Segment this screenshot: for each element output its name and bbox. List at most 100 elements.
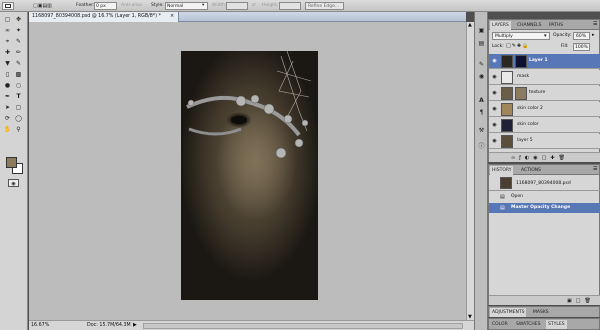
style-label: Style: bbox=[151, 3, 164, 8]
layer-row[interactable]: ◉ mask bbox=[489, 70, 600, 85]
layer-thumbnail bbox=[501, 87, 513, 100]
history-actions-bar[interactable]: ▣□🗑 bbox=[489, 295, 600, 305]
tab-swatches[interactable]: SWATCHES bbox=[514, 320, 543, 329]
scroll-up-icon[interactable]: ▲ bbox=[468, 22, 472, 28]
width-label: Width: bbox=[212, 3, 227, 8]
info-icon[interactable]: ⓘ bbox=[477, 142, 486, 151]
hand-tool-icon[interactable]: ✋ bbox=[3, 126, 12, 134]
layer-row[interactable]: ◉ skin color 2 bbox=[489, 102, 600, 117]
feather-input[interactable]: 0 px bbox=[94, 2, 117, 10]
style-select[interactable]: Normal ▾ bbox=[165, 2, 208, 10]
tab-color[interactable]: COLOR bbox=[490, 320, 510, 329]
tab-masks[interactable]: MASKS bbox=[531, 308, 551, 317]
layer-mask-thumbnail[interactable] bbox=[515, 87, 527, 100]
character-icon[interactable]: A bbox=[477, 96, 486, 105]
quick-mask-icon[interactable]: ◉ bbox=[8, 179, 19, 187]
opacity-input[interactable]: 60% bbox=[573, 32, 590, 40]
fill-input[interactable]: 100% bbox=[573, 43, 590, 51]
move-tool-icon[interactable]: ✥ bbox=[14, 16, 23, 24]
eye-icon[interactable]: ◉ bbox=[491, 106, 498, 112]
vertical-scrollbar[interactable]: ▲ ▼ bbox=[466, 22, 474, 320]
brushes-icon[interactable]: ✎ bbox=[477, 60, 486, 69]
tool-presets-icon[interactable]: ⚒ bbox=[477, 126, 486, 135]
zoom-level[interactable]: 16.67% bbox=[31, 323, 49, 328]
layer-row[interactable]: ◉ texture bbox=[489, 86, 600, 101]
eye-icon[interactable]: ◉ bbox=[491, 90, 498, 96]
blend-mode-select[interactable]: Multiply ▾ bbox=[492, 32, 550, 40]
history-item[interactable]: ▤ Master Opacity Change bbox=[489, 203, 600, 213]
status-menu-icon[interactable]: ▶ bbox=[133, 322, 137, 328]
layer-row[interactable]: ◉ layer 5 bbox=[489, 134, 600, 149]
paragraph-icon[interactable]: ¶ bbox=[477, 108, 486, 117]
gradient-tool-icon[interactable]: ▩ bbox=[14, 71, 23, 79]
lock-label: Lock: bbox=[492, 44, 504, 49]
layer-row[interactable]: ◉ Layer 1 bbox=[489, 54, 600, 69]
pen-tool-icon[interactable]: ✒ bbox=[3, 93, 12, 101]
tab-adjustments[interactable]: ADJUSTMENTS bbox=[490, 308, 527, 317]
selection-mode-icons[interactable]: ▢▣▤▥ bbox=[33, 3, 52, 9]
path-selection-tool-icon[interactable]: ➤ bbox=[3, 104, 12, 112]
layer-row[interactable]: ◉ skin color bbox=[489, 118, 600, 133]
history-item-label: Master Opacity Change bbox=[511, 205, 571, 210]
tab-paths[interactable]: PATHS bbox=[547, 21, 565, 30]
tab-channels[interactable]: CHANNELS bbox=[515, 21, 544, 30]
3d-rotate-tool-icon[interactable]: ⟳ bbox=[3, 115, 12, 123]
marquee-tool-preset-button[interactable] bbox=[2, 2, 14, 10]
tab-history[interactable]: HISTORY bbox=[490, 166, 514, 175]
options-bar: ▢▣▤▥ Feather: 0 px Anti-alias Style: Nor… bbox=[0, 0, 600, 12]
snapshot-thumbnail bbox=[500, 177, 512, 189]
eyedropper-tool-icon[interactable]: ✎ bbox=[14, 38, 23, 46]
clone-source-icon[interactable]: ◉ bbox=[477, 72, 486, 81]
height-input[interactable] bbox=[279, 2, 301, 10]
eraser-tool-icon[interactable]: ▯ bbox=[3, 71, 12, 79]
history-state-icon: ▤ bbox=[500, 194, 505, 200]
clone-stamp-tool-icon[interactable]: ▼ bbox=[3, 60, 12, 68]
eye-icon[interactable]: ◉ bbox=[491, 74, 498, 80]
refine-edge-button[interactable]: Refine Edge... bbox=[305, 2, 344, 10]
history-panel-tabs: HISTORY ACTIONS ☰ bbox=[489, 165, 599, 175]
eye-icon[interactable]: ◉ bbox=[491, 138, 498, 144]
healing-brush-tool-icon[interactable]: ✚ bbox=[3, 49, 12, 57]
chevron-right-icon[interactable]: ▸ bbox=[592, 32, 595, 38]
swap-icon[interactable]: ⇄ bbox=[252, 3, 256, 8]
layer-name: skin color bbox=[517, 122, 539, 127]
tab-layers[interactable]: LAYERS bbox=[490, 21, 511, 30]
tab-actions[interactable]: ACTIONS bbox=[519, 166, 543, 175]
type-tool-icon[interactable]: T bbox=[14, 93, 23, 101]
panel-menu-icon[interactable]: ☰ bbox=[593, 166, 597, 172]
foreground-color-swatch[interactable] bbox=[6, 157, 17, 168]
layer-thumbnail bbox=[501, 55, 513, 68]
eye-icon[interactable]: ◉ bbox=[491, 122, 498, 128]
horizontal-scrollbar[interactable] bbox=[143, 323, 463, 329]
layer-mask-thumbnail[interactable] bbox=[515, 55, 527, 68]
history-brush-tool-icon[interactable]: ✎ bbox=[14, 60, 23, 68]
styles-panel-tabs: COLOR SWATCHES STYLES bbox=[489, 319, 599, 329]
layer-name: skin color 2 bbox=[517, 106, 543, 111]
doc-size: Doc: 15.7M/64.3M bbox=[87, 323, 131, 328]
history-item[interactable]: ▤ Open bbox=[489, 192, 600, 202]
lock-icons[interactable]: □✎✚🔒 bbox=[506, 43, 529, 49]
document-image[interactable] bbox=[181, 51, 318, 300]
zoom-tool-icon[interactable]: ⚲ bbox=[14, 126, 23, 134]
blur-tool-icon[interactable]: ● bbox=[3, 82, 12, 90]
width-input[interactable] bbox=[226, 2, 248, 10]
shape-tool-icon[interactable]: ▢ bbox=[14, 104, 23, 112]
tab-styles[interactable]: STYLES bbox=[546, 320, 567, 329]
snapshot-name: 1168097_80394008.psd bbox=[516, 181, 571, 186]
histogram-icon[interactable]: ▤ bbox=[477, 39, 486, 48]
antialias-checkbox[interactable]: Anti-alias bbox=[121, 3, 142, 8]
brush-tool-icon[interactable]: ✏ bbox=[14, 49, 23, 57]
crop-tool-icon[interactable]: ⌖ bbox=[3, 38, 12, 46]
marquee-tool-icon[interactable]: ▢ bbox=[3, 16, 12, 24]
close-icon[interactable]: × bbox=[170, 13, 174, 19]
document-tab[interactable]: 1168097_80394008.psd @ 16.7% (Layer 1, R… bbox=[29, 12, 179, 22]
panel-menu-icon[interactable]: ☰ bbox=[593, 21, 597, 27]
magic-wand-tool-icon[interactable]: ✦ bbox=[14, 27, 23, 35]
dodge-tool-icon[interactable]: ○ bbox=[14, 82, 23, 90]
navigator-icon[interactable]: ▣ bbox=[477, 26, 486, 35]
history-snapshot[interactable]: 1168097_80394008.psd bbox=[489, 176, 600, 191]
3d-orbit-tool-icon[interactable]: ◯ bbox=[14, 115, 23, 123]
eye-icon[interactable]: ◉ bbox=[491, 58, 498, 64]
layer-actions-bar[interactable]: ∞ƒ◐◉□✚🗑 bbox=[489, 152, 600, 162]
lasso-tool-icon[interactable]: ∞ bbox=[3, 27, 12, 35]
